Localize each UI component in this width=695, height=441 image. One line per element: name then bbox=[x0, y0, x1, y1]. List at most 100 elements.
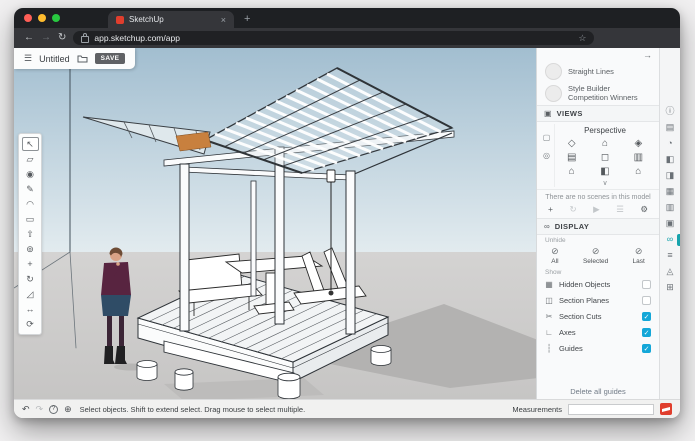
show-row-section-cuts: ✂ Section Cuts ✓ bbox=[537, 309, 659, 325]
views-section-header[interactable]: ▣ VIEWS bbox=[537, 104, 659, 122]
tool-paint[interactable]: ◉ bbox=[23, 167, 38, 181]
guides-checkbox[interactable]: ✓ bbox=[642, 344, 651, 354]
view-bottom-icon[interactable]: ◈ bbox=[634, 138, 642, 150]
axes-icon: ∟ bbox=[545, 328, 553, 338]
tab-title: SketchUp bbox=[129, 15, 164, 24]
styles-icon[interactable]: ◨ bbox=[666, 170, 675, 180]
lock-icon bbox=[81, 32, 90, 43]
show-row-section-planes: ◫ Section Planes bbox=[537, 293, 659, 309]
scenes-toolbar: + ↻ ▶ ☰ ⚙ bbox=[537, 203, 659, 218]
zoom-window-button[interactable] bbox=[52, 14, 60, 22]
axes-checkbox[interactable]: ✓ bbox=[642, 328, 651, 338]
sketchup-logo bbox=[660, 403, 672, 415]
model-viewport[interactable]: ☰ Untitled SAVE ↖ ▱ ◉ ✎ ◠ ▭ ⇧ ⊚ + ↻ ◿ ↔ … bbox=[14, 48, 536, 399]
view-nw-icon[interactable]: ⌂ bbox=[635, 166, 641, 178]
help-icon[interactable]: ? bbox=[49, 404, 59, 414]
hidden-objects-checkbox[interactable] bbox=[642, 280, 651, 290]
unhide-all-button[interactable]: ⊘ All bbox=[551, 246, 559, 265]
minimize-window-button[interactable] bbox=[38, 14, 46, 22]
eye-off-icon: ⊘ bbox=[591, 245, 600, 256]
folder-icon[interactable] bbox=[77, 54, 88, 63]
tool-select[interactable]: ↖ bbox=[21, 137, 39, 151]
camera-mode-dropdown[interactable]: Perspective bbox=[584, 124, 626, 137]
model-info-icon[interactable]: ⊞ bbox=[666, 282, 674, 292]
view-iso-icon[interactable]: ◇ bbox=[568, 138, 576, 150]
eye-off-icon: ⊘ bbox=[551, 245, 559, 256]
browser-window: SketchUp × + ← → ↻ app.sketchup.com/app … bbox=[14, 8, 680, 418]
undo-icon[interactable]: ↶ bbox=[22, 404, 30, 414]
play-animation-icon[interactable]: ▶ bbox=[593, 204, 600, 215]
display-section-header[interactable]: ∞ DISPLAY bbox=[537, 217, 659, 235]
display-header-label: DISPLAY bbox=[554, 221, 590, 231]
tool-orbit[interactable]: ⟳ bbox=[23, 317, 38, 331]
unhide-last-button[interactable]: ⊘ Last bbox=[633, 246, 645, 265]
back-icon[interactable]: ← bbox=[24, 33, 34, 43]
views-expand-chevron-icon[interactable]: ∨ bbox=[602, 179, 607, 187]
new-tab-button[interactable]: + bbox=[244, 13, 250, 25]
view-top-icon[interactable]: ⌂ bbox=[602, 138, 608, 150]
view-ne-icon[interactable]: ◧ bbox=[600, 166, 609, 178]
section-cuts-checkbox[interactable]: ✓ bbox=[642, 312, 651, 322]
view-left-icon[interactable]: ▥ bbox=[634, 152, 643, 164]
collapse-panel-icon[interactable]: → bbox=[643, 50, 652, 60]
address-bar[interactable]: app.sketchup.com/app ☆ bbox=[73, 31, 595, 45]
section-planes-checkbox[interactable] bbox=[642, 296, 651, 306]
update-scene-icon[interactable]: ↻ bbox=[569, 204, 576, 215]
view-right-icon[interactable]: ⌂ bbox=[569, 166, 575, 178]
save-button[interactable]: SAVE bbox=[94, 53, 126, 64]
bookmark-star-icon[interactable]: ☆ bbox=[578, 33, 586, 44]
tool-move[interactable]: + bbox=[23, 257, 38, 271]
instructor-icon[interactable]: ▤ bbox=[666, 122, 675, 132]
views-icon[interactable]: ▣ bbox=[666, 218, 675, 228]
guides-icon: ┆ bbox=[546, 344, 552, 354]
window-controls bbox=[24, 14, 60, 22]
unhide-selected-button[interactable]: ⊘ Selected bbox=[583, 246, 608, 265]
entity-info-icon[interactable]: ⓘ bbox=[665, 106, 674, 116]
tags-icon[interactable]: ▦ bbox=[666, 186, 675, 196]
tool-arc[interactable]: ◠ bbox=[23, 197, 38, 211]
measurements-input[interactable] bbox=[568, 403, 654, 415]
scenes-empty-text: There are no scenes in this model bbox=[537, 188, 659, 203]
url-text[interactable]: app.sketchup.com/app bbox=[94, 33, 573, 43]
tool-offset[interactable]: ⊚ bbox=[23, 242, 38, 256]
scene-list-icon[interactable]: ☰ bbox=[616, 204, 624, 215]
tool-scale[interactable]: ◿ bbox=[23, 287, 38, 301]
view-front-icon[interactable]: ▤ bbox=[567, 152, 576, 164]
redo-icon[interactable]: ↷ bbox=[36, 404, 44, 414]
view-mode-orbit-icon[interactable]: ◎ bbox=[543, 151, 550, 160]
tool-rectangle[interactable]: ▭ bbox=[23, 212, 38, 226]
hamburger-menu-icon[interactable]: ☰ bbox=[24, 53, 32, 64]
unhide-last-label: Last bbox=[632, 257, 645, 265]
row-label: Hidden Objects bbox=[559, 280, 611, 290]
add-scene-icon[interactable]: + bbox=[548, 204, 553, 215]
reload-icon[interactable]: ↻ bbox=[58, 33, 66, 43]
style-item-straight-lines[interactable]: Straight Lines bbox=[537, 61, 659, 82]
materials-icon[interactable]: ◧ bbox=[666, 154, 675, 164]
row-label: Section Planes bbox=[559, 296, 610, 306]
style-item-style-builder[interactable]: Style Builder Competition Winners bbox=[537, 82, 659, 105]
row-label: Section Cuts bbox=[559, 312, 602, 322]
tool-eraser[interactable]: ▱ bbox=[23, 152, 38, 166]
document-title: Untitled bbox=[39, 53, 70, 64]
delete-all-guides-link[interactable]: Delete all guides bbox=[537, 384, 659, 399]
scene-settings-icon[interactable]: ⚙ bbox=[640, 204, 648, 215]
tool-rotate[interactable]: ↻ bbox=[23, 272, 38, 286]
language-globe-icon[interactable]: ⊕ bbox=[64, 404, 72, 414]
browser-tab-sketchup[interactable]: SketchUp × bbox=[108, 11, 234, 28]
components-icon[interactable]: ◔ bbox=[667, 138, 672, 148]
view-mode-standard-icon[interactable]: ▢ bbox=[543, 133, 551, 142]
view-back-icon[interactable]: ◻ bbox=[601, 152, 609, 164]
tool-tape-measure[interactable]: ↔ bbox=[23, 302, 38, 316]
outliner-icon[interactable]: ≡ bbox=[667, 250, 672, 260]
display-header-icon: ∞ bbox=[544, 221, 550, 231]
tab-close-icon[interactable]: × bbox=[221, 15, 226, 25]
style-thumbnail bbox=[545, 63, 562, 80]
tool-line[interactable]: ✎ bbox=[23, 182, 38, 196]
close-window-button[interactable] bbox=[24, 14, 32, 22]
forward-icon[interactable]: → bbox=[41, 33, 51, 43]
scenes-icon[interactable]: ▥ bbox=[666, 202, 675, 212]
tool-push-pull[interactable]: ⇧ bbox=[23, 227, 38, 241]
display-icon[interactable]: ∞ bbox=[667, 234, 673, 244]
panel-icon-rail: ⓘ ▤ ◔ ◧ ◨ ▦ ▥ ▣ ∞ ≡ ◬ ⊞ bbox=[659, 48, 680, 399]
soften-edges-icon[interactable]: ◬ bbox=[667, 266, 674, 276]
